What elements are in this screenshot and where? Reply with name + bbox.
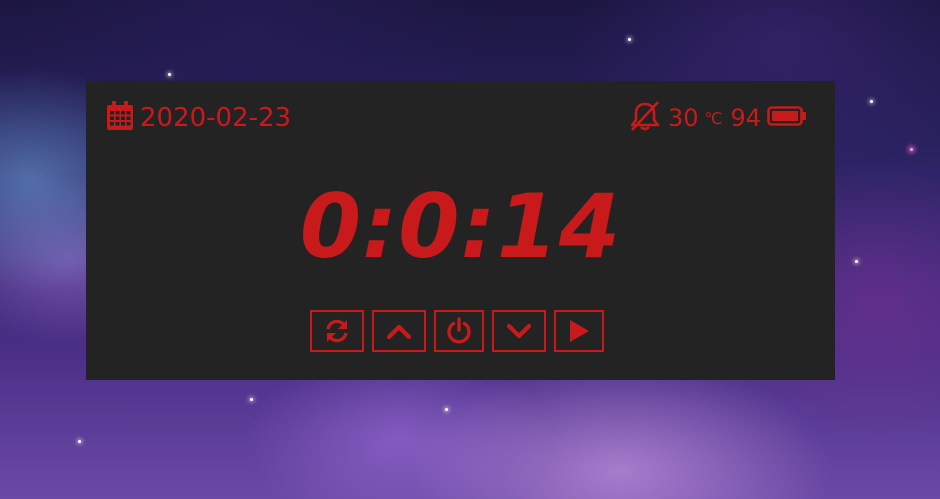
star [628,38,631,41]
star [250,398,253,401]
play-button[interactable] [554,310,604,352]
chevron-up-icon [386,322,412,340]
status-bar: 2020-02-23 30 ℃ 94 [86,81,835,153]
date-text: 2020-02-23 [140,103,292,133]
refresh-icon [324,319,350,343]
control-bar [310,310,604,352]
star [445,408,448,411]
date-display: 2020-02-23 [106,101,291,135]
status-indicators: 30 ℃ 94 [628,101,807,135]
chevron-down-icon [506,322,532,340]
power-icon [445,317,473,345]
star [870,100,873,103]
clock-window: 2020-02-23 30 ℃ 94 0:0:14 [86,81,835,380]
down-button[interactable] [492,310,546,352]
bell-slash-icon [628,101,662,135]
play-icon [567,318,591,344]
temperature-unit: ℃ [704,108,723,128]
up-button[interactable] [372,310,426,352]
reset-button[interactable] [310,310,364,352]
timer-display: 0:0:14 [299,175,622,278]
temperature-value: 30 [667,104,699,132]
calendar-icon [106,101,134,135]
battery-full-icon [767,105,807,131]
star [168,73,171,76]
star [78,440,81,443]
power-button[interactable] [434,310,484,352]
star [855,260,858,263]
battery-value: 94 [730,104,761,132]
star [910,148,913,151]
desktop-background: 2020-02-23 30 ℃ 94 0:0:14 [0,0,940,499]
